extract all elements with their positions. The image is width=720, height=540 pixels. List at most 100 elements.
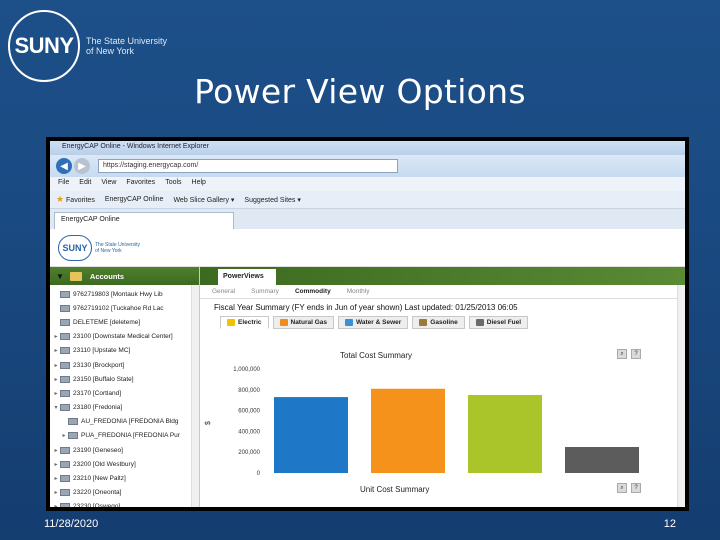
tree-row-label: 23110 [Upstate MC] xyxy=(73,347,131,355)
fav-item-0[interactable]: EnergyCAP Online xyxy=(105,196,164,203)
tree-row[interactable]: ▸ 23110 [Upstate MC] xyxy=(50,344,199,358)
menu-item-tools[interactable]: Tools xyxy=(165,179,181,189)
menu-item-help[interactable]: Help xyxy=(192,179,206,189)
browser-tab[interactable]: EnergyCAP Online xyxy=(54,212,234,229)
accounts-header[interactable]: ▼ Accounts xyxy=(50,267,199,285)
tree-row[interactable]: 9762719102 [Tuckahoe Rd Lac xyxy=(50,301,199,315)
tree-row[interactable]: ▸ 23210 [New Paltz] xyxy=(50,471,199,485)
forward-icon[interactable]: ▶ xyxy=(74,158,90,174)
tree-row-label: 9762719102 [Tuckahoe Rd Lac xyxy=(73,304,164,312)
tree-scrollbar[interactable] xyxy=(191,285,199,507)
tree-row[interactable]: ▸ 23170 [Cortland] xyxy=(50,386,199,400)
app-logo-line-1: The State University xyxy=(95,241,141,248)
logo-line-1: The State University xyxy=(86,36,168,46)
tree-row[interactable]: ▾ 23180 [Fredonia] xyxy=(50,401,199,415)
back-icon[interactable]: ◀ xyxy=(56,158,72,174)
magnify-icon[interactable]: ⌕ xyxy=(617,349,627,359)
tree-row-label: 23100 [Downstate Medical Center] xyxy=(73,333,173,341)
tree-row-label: DELETEME [deleteme] xyxy=(73,318,141,326)
browser-tab-row: EnergyCAP Online xyxy=(50,209,685,229)
tree-row-label: 23190 [Geneseo] xyxy=(73,446,123,454)
tree-row[interactable]: ▸ 23230 [Oswego] xyxy=(50,500,199,507)
content-scrollbar[interactable] xyxy=(677,285,685,507)
expand-arrow-icon[interactable]: ▸ xyxy=(52,461,60,468)
magnify-icon[interactable]: ⌕ xyxy=(617,483,627,493)
commodity-tab-label: Gasoline xyxy=(430,319,458,326)
tree-row[interactable]: ▸ 23130 [Brockport] xyxy=(50,358,199,372)
subtab-monthly[interactable]: Monthly xyxy=(347,288,370,295)
expand-arrow-icon[interactable]: ▸ xyxy=(52,376,60,383)
address-bar-row: ◀ ▶ https://staging.energycap.com/ xyxy=(50,155,685,177)
commodity-tab-label: Electric xyxy=(238,319,262,326)
expand-arrow-icon[interactable]: ▸ xyxy=(52,347,60,354)
menu-item-view[interactable]: View xyxy=(101,179,116,189)
star-icon: ★ xyxy=(56,194,65,204)
tree-row[interactable]: ▸ 23200 [Old Westbury] xyxy=(50,457,199,471)
bar-2012[interactable] xyxy=(468,395,542,473)
subtab-summary[interactable]: Summary xyxy=(251,288,279,295)
commodity-tab-gasoline[interactable]: Gasoline xyxy=(412,316,465,329)
y-tick-label: 1,000,000 xyxy=(233,367,260,373)
menu-item-edit[interactable]: Edit xyxy=(79,179,91,189)
account-icon xyxy=(60,361,70,369)
commodity-tab-diesel-fuel[interactable]: Diesel Fuel xyxy=(468,316,529,329)
tree-row[interactable]: ▸ 23220 [Oneonta] xyxy=(50,486,199,500)
tree-row[interactable]: ▸ 23100 [Downstate Medical Center] xyxy=(50,330,199,344)
account-icon xyxy=(60,475,70,483)
help-icon[interactable]: ? xyxy=(631,349,641,359)
address-input[interactable]: https://staging.energycap.com/ xyxy=(98,159,398,173)
fav-item-2[interactable]: Suggested Sites ▾ xyxy=(244,196,300,204)
tree-row[interactable]: 9762719803 [Montauk Hwy Lib xyxy=(50,287,199,301)
account-icon xyxy=(60,489,70,497)
account-icon xyxy=(68,418,78,426)
account-icon xyxy=(60,290,70,298)
expand-arrow-icon[interactable]: ▸ xyxy=(52,390,60,397)
collapse-arrow-icon[interactable]: ▼ xyxy=(56,272,64,281)
unit-chart-tools: ⌕ ? xyxy=(617,483,641,493)
tree-row[interactable]: ▸ 23150 [Buffalo State] xyxy=(50,372,199,386)
bar-2013YTD[interactable] xyxy=(565,447,639,473)
bar-2010[interactable] xyxy=(274,397,348,473)
commodity-tab-electric[interactable]: Electric xyxy=(220,316,269,329)
expand-arrow-icon[interactable]: ▸ xyxy=(52,333,60,340)
tree-row[interactable]: AU_FREDONIA [FREDONIA Bldg xyxy=(50,415,199,429)
expand-arrow-icon[interactable]: ▸ xyxy=(52,503,60,507)
favorites-button[interactable]: ★ Favorites xyxy=(56,194,95,205)
powerviews-panel: PowerViews General Summary Commodity Monthl… xyxy=(200,267,685,507)
screenshot-frame: EnergyCAP Online - Windows Internet Expl… xyxy=(46,137,689,511)
y-tick-label: 0 xyxy=(257,471,261,477)
tree-row[interactable]: ▸ PUA_FREDONIA [FREDONIA Pur xyxy=(50,429,199,443)
help-icon[interactable]: ? xyxy=(631,483,641,493)
favorites-bar: ★ Favorites EnergyCAP Online Web Slice G… xyxy=(50,191,685,209)
expand-arrow-icon[interactable]: ▸ xyxy=(60,432,68,439)
logo-text: The State University of New York xyxy=(86,36,167,56)
tree-row[interactable]: ▸ 23190 [Geneseo] xyxy=(50,443,199,457)
tab-powerviews[interactable]: PowerViews xyxy=(218,269,276,285)
menu-item-file[interactable]: File xyxy=(58,179,69,189)
account-icon xyxy=(60,318,70,326)
app-logo-mark: SUNY xyxy=(58,234,92,261)
app-logo-text: The State University of New York xyxy=(95,242,140,254)
expand-arrow-icon[interactable]: ▸ xyxy=(52,475,60,482)
y-tick-label: 200,000 xyxy=(238,450,260,456)
expand-arrow-icon[interactable]: ▸ xyxy=(52,447,60,454)
y-tick-label: 600,000 xyxy=(238,409,260,415)
commodity-tab-natural-gas[interactable]: Natural Gas xyxy=(272,316,334,329)
commodity-tab-label: Natural Gas xyxy=(290,319,328,326)
tree-row-label: 23230 [Oswego] xyxy=(73,503,121,507)
subtab-general[interactable]: General xyxy=(212,288,235,295)
tree-row-label: 23210 [New Paltz] xyxy=(73,475,126,483)
menu-bar: File Edit View Favorites Tools Help xyxy=(50,177,685,191)
tree-row-label: 23150 [Buffalo State] xyxy=(73,375,134,383)
expand-arrow-icon[interactable]: ▸ xyxy=(52,489,60,496)
slide-title: Power View Options xyxy=(194,72,526,111)
menu-item-favorites[interactable]: Favorites xyxy=(126,179,155,189)
expand-arrow-icon[interactable]: ▸ xyxy=(52,362,60,369)
bar-2011[interactable] xyxy=(371,388,445,473)
fav-item-1[interactable]: Web Slice Gallery ▾ xyxy=(173,196,234,204)
tree-row-label: 23180 [Fredonia] xyxy=(73,404,123,412)
subtab-commodity[interactable]: Commodity xyxy=(295,288,331,295)
commodity-tab-water-sewer[interactable]: Water & Sewer xyxy=(338,316,409,329)
tree-row[interactable]: DELETEME [deleteme] xyxy=(50,315,199,329)
expand-arrow-icon[interactable]: ▾ xyxy=(52,404,60,411)
